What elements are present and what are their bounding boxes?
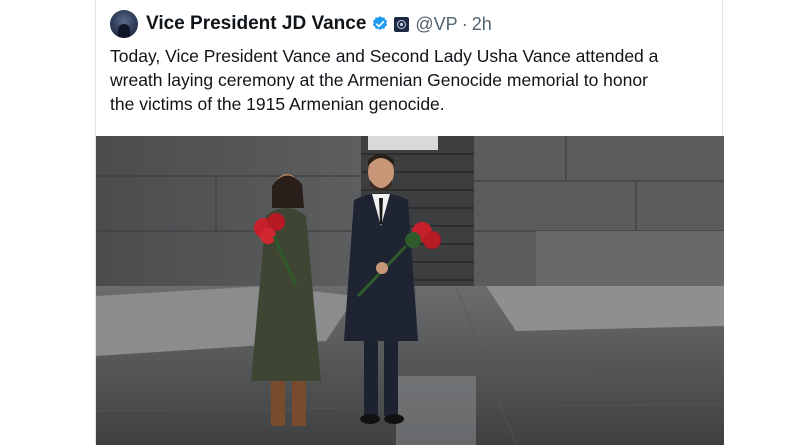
post-media-photo[interactable] [96,136,724,445]
author-name[interactable]: Vice President JD Vance [146,13,366,35]
government-seal-icon [394,16,410,32]
post-text-line: Today, Vice President Vance and Second L… [110,46,659,66]
post-text-line: wreath laying ceremony at the Armenian G… [110,70,648,90]
post-card[interactable]: Vice President JD Vance @VP · 2h Today, … [95,0,724,445]
post-text-line: the victims of the 1915 Armenian genocid… [110,94,445,114]
avatar[interactable] [110,10,138,38]
post-header: Vice President JD Vance @VP · 2h [110,10,492,38]
author-handle[interactable]: @VP [415,14,457,35]
memorial-photo [96,136,724,445]
post-time[interactable]: 2h [472,14,492,35]
post-text: Today, Vice President Vance and Second L… [110,44,710,116]
verified-check-icon [371,15,389,33]
separator: · [461,13,468,34]
